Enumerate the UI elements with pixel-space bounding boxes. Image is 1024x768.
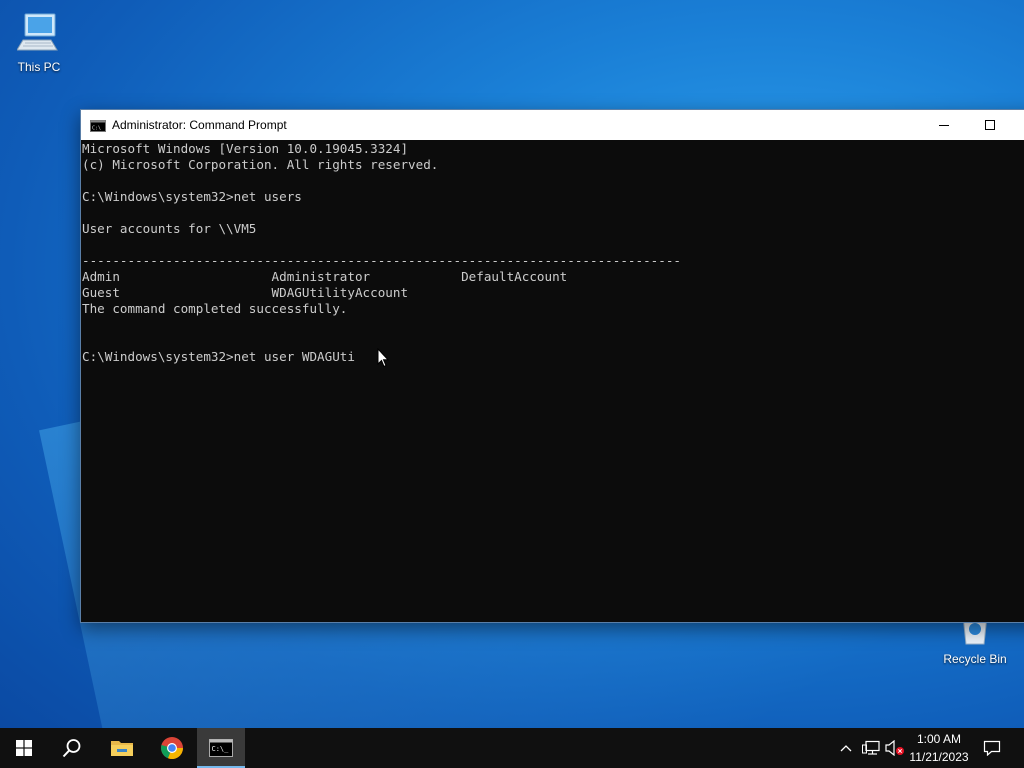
command-prompt-taskbar-button[interactable]: C:\_ [197,728,245,768]
volume-button[interactable] [884,728,906,768]
start-button[interactable] [0,728,48,768]
window-titlebar[interactable]: C:\ Administrator: Command Prompt [81,110,1024,140]
computer-icon [1,10,77,57]
console-line: (c) Microsoft Corporation. All rights re… [82,157,439,172]
svg-text:C:\_: C:\_ [212,745,230,753]
command-prompt-window[interactable]: C:\ Administrator: Command Prompt Micros… [80,109,1024,623]
console-line: Admin Administrator DefaultAccount [82,269,568,284]
volume-muted-icon [885,740,904,756]
search-icon [62,739,81,758]
maximize-button[interactable] [967,110,1013,140]
console-line: User accounts for \\VM5 [82,221,257,236]
console-line: C:\Windows\system32>net user WDAGUti [82,349,355,364]
window-title: Administrator: Command Prompt [112,118,287,132]
action-center-button[interactable] [978,728,1006,768]
clock-date: 11/21/2023 [909,750,969,764]
network-icon [862,740,880,755]
console-line: Guest WDAGUtilityAccount [82,285,409,300]
chrome-icon [161,737,184,760]
windows-logo-icon [16,740,32,756]
console-line: C:\Windows\system32>net users [82,189,302,204]
clock-time: 1:00 AM [916,732,962,746]
cmd-icon: C:\_ [209,739,233,757]
clock[interactable]: 1:00 AM 11/21/2023 [905,730,973,766]
show-hidden-icons-button[interactable] [836,728,856,768]
chevron-up-icon [840,745,852,752]
minimize-icon [939,125,949,126]
taskbar: C:\_ 1:00 AM 11/21/2023 [0,728,1024,768]
console-line: ----------------------------------------… [82,253,681,268]
console-output[interactable]: Microsoft Windows [Version 10.0.19045.33… [81,141,1024,622]
desktop-icon-label: This PC [17,60,61,74]
mouse-pointer-icon [377,348,389,368]
cmd-icon: C:\ [90,119,106,132]
console-line: The command completed successfully. [82,301,348,316]
search-button[interactable] [48,728,96,768]
maximize-icon [985,120,995,130]
file-explorer-button[interactable] [98,728,146,768]
console-line: Microsoft Windows [Version 10.0.19045.33… [82,141,409,156]
svg-text:C:\: C:\ [92,126,101,132]
notification-icon [983,740,1001,756]
network-button[interactable] [860,728,882,768]
desktop-icon-label: Recycle Bin [943,652,1007,666]
minimize-button[interactable] [921,110,967,140]
desktop-icon-this-pc[interactable]: This PC [1,10,77,74]
chrome-button[interactable] [148,728,196,768]
folder-icon [111,741,133,756]
